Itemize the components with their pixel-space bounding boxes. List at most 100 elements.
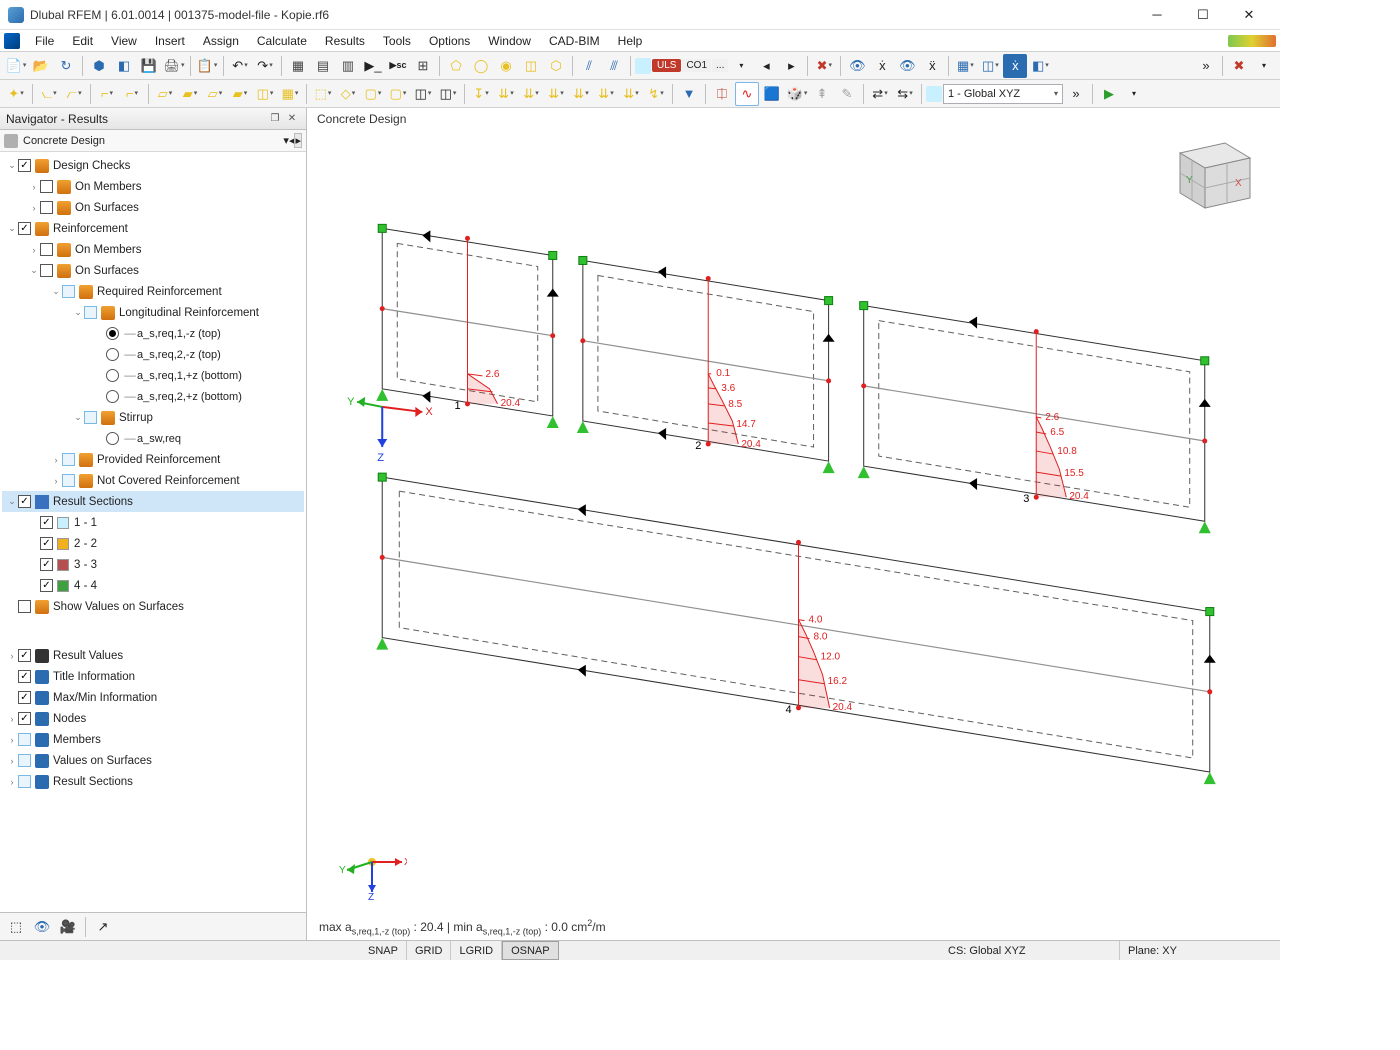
tree-long-reinf[interactable]: ⌄ Longitudinal Reinforcement: [2, 302, 304, 323]
res1-button[interactable]: ⎅: [710, 82, 734, 106]
menu-edit[interactable]: Edit: [63, 31, 102, 51]
tree-asw[interactable]: — a_sw,req: [2, 428, 304, 449]
rad-a3[interactable]: [106, 369, 119, 382]
redo-button[interactable]: ↷: [253, 54, 277, 78]
navigator-breadcrumb[interactable]: Concrete Design ▾ ◂ ▸: [0, 130, 306, 152]
tree-rv[interactable]: › Result Values: [2, 645, 304, 666]
load8-button[interactable]: ↯: [644, 82, 668, 106]
tree-notcov[interactable]: › Not Covered Reinforcement: [2, 470, 304, 491]
tree-a2[interactable]: — a_s,req,2,-z (top): [2, 344, 304, 365]
tree-dc-members[interactable]: › On Members: [2, 176, 304, 197]
breadcrumb-next[interactable]: ▸: [294, 133, 302, 148]
tree-a3[interactable]: — a_s,req,1,+z (bottom): [2, 365, 304, 386]
chk-nd[interactable]: [18, 712, 31, 725]
render4-button[interactable]: ◧: [1028, 54, 1052, 78]
member2-button[interactable]: ⌐: [120, 82, 144, 106]
line2-button[interactable]: ⦧: [62, 82, 86, 106]
block-button[interactable]: ◧: [112, 54, 136, 78]
status-snap[interactable]: SNAP: [360, 941, 407, 960]
sel-rect-button[interactable]: ◫: [519, 54, 543, 78]
view-diag2-button[interactable]: ⫻: [602, 54, 626, 78]
grid-button[interactable]: ⊞: [411, 54, 435, 78]
vis-xxx1-button[interactable]: ẋ: [870, 54, 894, 78]
load5-button[interactable]: ⇊: [569, 82, 593, 106]
toolbar-end-drop[interactable]: ▾: [1252, 54, 1276, 78]
menu-cadbim[interactable]: CAD-BIM: [540, 31, 609, 51]
tree-rs[interactable]: › Result Sections: [2, 771, 304, 792]
co1-tag[interactable]: CO1: [682, 59, 711, 72]
tree-mb[interactable]: › Members: [2, 729, 304, 750]
nav-tool-line[interactable]: ↗: [91, 915, 115, 939]
uls-tag[interactable]: ULS: [652, 59, 681, 72]
chk-design-checks[interactable]: [18, 159, 31, 172]
tree-s1[interactable]: 1 - 1: [2, 512, 304, 533]
chk-mm[interactable]: [18, 691, 31, 704]
minimize-button[interactable]: ─: [1134, 0, 1180, 30]
vis-eye2-button[interactable]: 👁: [895, 54, 919, 78]
menu-file[interactable]: File: [26, 31, 63, 51]
load7-button[interactable]: ⇊: [619, 82, 643, 106]
menu-tools[interactable]: Tools: [374, 31, 420, 51]
table1-button[interactable]: ▦: [286, 54, 310, 78]
solid6-button[interactable]: ◫: [436, 82, 460, 106]
surf3-button[interactable]: ▱: [203, 82, 227, 106]
lc-prev-button[interactable]: ◂: [754, 54, 778, 78]
close-button[interactable]: ✕: [1226, 0, 1272, 30]
toolbar2-overflow[interactable]: »: [1064, 82, 1088, 106]
load1-button[interactable]: ↧: [469, 82, 493, 106]
rad-asw[interactable]: [106, 432, 119, 445]
solid3-button[interactable]: ▢: [361, 82, 385, 106]
status-lgrid[interactable]: LGRID: [451, 941, 502, 960]
menu-results[interactable]: Results: [316, 31, 374, 51]
chk-show-vals[interactable]: [18, 600, 31, 613]
chk-notcov[interactable]: [62, 474, 75, 487]
cancel-calc-button[interactable]: ✖: [1227, 54, 1251, 78]
tree-s2[interactable]: 2 - 2: [2, 533, 304, 554]
menu-view[interactable]: View: [102, 31, 146, 51]
status-osnap[interactable]: OSNAP: [502, 941, 559, 960]
member-button[interactable]: ⌐: [95, 82, 119, 106]
node-button[interactable]: ✦: [4, 82, 28, 106]
rad-a1[interactable]: [106, 327, 119, 340]
load4-button[interactable]: ⇊: [544, 82, 568, 106]
print-button[interactable]: 🖨: [162, 54, 186, 78]
status-cs[interactable]: CS: Global XYZ: [940, 941, 1120, 960]
tree-a4[interactable]: — a_s,req,2,+z (bottom): [2, 386, 304, 407]
tree-r-surfaces[interactable]: ⌄ On Surfaces: [2, 260, 304, 281]
status-grid[interactable]: GRID: [407, 941, 452, 960]
refresh-button[interactable]: ↻: [54, 54, 78, 78]
open-button[interactable]: 📂: [29, 54, 53, 78]
table2-button[interactable]: ▤: [311, 54, 335, 78]
surf1-button[interactable]: ▱: [153, 82, 177, 106]
res2-button[interactable]: ∿: [735, 82, 759, 106]
menu-insert[interactable]: Insert: [146, 31, 194, 51]
sel-lasso-button[interactable]: ⬠: [444, 54, 468, 78]
script-button[interactable]: ▶_: [361, 54, 385, 78]
save-button[interactable]: 💾: [137, 54, 161, 78]
tree-nd[interactable]: › Nodes: [2, 708, 304, 729]
tree-show-vals[interactable]: Show Values on Surfaces: [2, 596, 304, 617]
chk-long-reinf[interactable]: [84, 306, 97, 319]
lc-swatch[interactable]: [635, 58, 651, 74]
nav-tool1[interactable]: ⬚: [4, 915, 28, 939]
viewport[interactable]: Concrete Design 2.6 20.4 1: [307, 108, 1280, 940]
navigator-close-button[interactable]: ✕: [284, 111, 300, 127]
chk-s4[interactable]: [40, 579, 53, 592]
load3-button[interactable]: ⇊: [519, 82, 543, 106]
chk-req-reinf[interactable]: [62, 285, 75, 298]
combo-dropdown-button[interactable]: ▾: [729, 54, 753, 78]
sel-poly-button[interactable]: ⬡: [544, 54, 568, 78]
tree-mm[interactable]: Max/Min Information: [2, 687, 304, 708]
maximize-button[interactable]: ☐: [1180, 0, 1226, 30]
res4-button[interactable]: 🎲: [785, 82, 809, 106]
render1-button[interactable]: ▦: [953, 54, 977, 78]
tree-s3[interactable]: 3 - 3: [2, 554, 304, 575]
surf4-button[interactable]: ▰: [228, 82, 252, 106]
chk-res-sec[interactable]: [18, 495, 31, 508]
view-diag1-button[interactable]: ⫽: [577, 54, 601, 78]
res3-button[interactable]: 🟦: [760, 82, 784, 106]
chk-r-members[interactable]: [40, 243, 53, 256]
surf6-button[interactable]: ▦: [278, 82, 302, 106]
status-plane[interactable]: Plane: XY: [1120, 941, 1280, 960]
new-button[interactable]: 📄: [4, 54, 28, 78]
